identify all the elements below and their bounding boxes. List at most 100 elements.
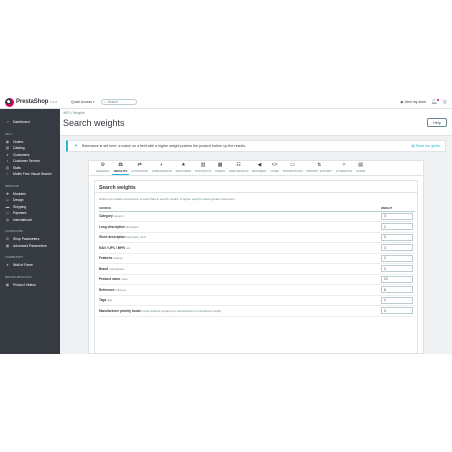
table-row: Categorycategory 3 [99,211,415,222]
search-input[interactable]: ⌕ Search [100,99,137,105]
sidebar-item-product-videos[interactable]: ▣ Product Videos [0,282,60,289]
sidebar-item-dashboard[interactable]: ↗ Dashboard [0,119,60,126]
sidebar-section-brand-modules: BRAND MODULES [5,274,32,279]
tab-label: FEATURED [175,169,192,173]
gear-icon: ⚙ [100,162,106,168]
module-panel: ⚙ GENERAL ⚖ WEIGHTS ⇄ SYNONYMS ◐ APPEARANCE … [88,160,424,354]
notifications-button[interactable]: 🔔︎ [431,99,439,105]
eye-icon: ◉ [400,100,404,104]
logo[interactable]: PrestaShop 8.1.6 [5,97,57,107]
bar-chart-icon: ▥ [5,165,10,170]
help-button[interactable]: Help [427,118,447,127]
sidebar-item-label: Shipping [13,204,27,209]
row-label: Features [99,256,113,261]
search-icon: ⌕ [103,100,106,104]
row-note: features [113,257,123,261]
row-label: Manufacturer priority boost [99,308,141,313]
tab-label: APPEARANCE [151,169,172,173]
row-label: Short description [99,235,126,240]
feed-icon: ▦ [217,162,223,168]
tab-promotions[interactable]: ▭ PROMOTIONS [281,161,305,175]
tab-label: CODE [270,169,279,173]
chat-icon: ▪ [6,159,9,164]
sidebar-item-label: Customers [13,152,30,157]
row-label: Tags [99,298,107,303]
sidebar-item-label: Design [13,198,24,203]
sidebar-item-label: Stats [13,165,21,170]
weight-input[interactable]: 3 [381,307,413,315]
person-icon: ● [6,152,9,157]
table-row: Referencereference 8 [99,284,415,296]
page-title: Search weights [63,118,125,128]
table-row: Manufacturer priority boostboosts produc… [99,305,415,317]
main-content: ✦ Relevance is set here: a match on a fi… [60,136,452,354]
video-icon: ▣ [5,282,10,287]
palette-icon: ◐ [160,162,164,168]
weight-input[interactable]: 8 [381,286,413,294]
logo-text: PrestaShop [16,99,49,105]
tab-label: PROMOTIONS [282,169,303,173]
row-note: manufacturer [109,267,125,271]
tab-feeds[interactable]: ▦ FEEDS [213,161,227,175]
sidebar-item-label: Shop Parameters [13,237,40,242]
sidebar-item-wall-of-fame[interactable]: ● Wall of Fame [0,262,60,269]
view-store-link[interactable]: ◉ View my store [400,100,426,104]
book-icon: ▤ [358,162,363,168]
table-row: Brandmanufacturer 3 [99,263,415,275]
row-note: description [125,225,139,229]
view-store-label: View my store [404,100,427,104]
weight-input[interactable]: 3 [381,212,413,220]
tab-import-export[interactable]: ⇅ IMPORT / EXPORT [304,161,333,175]
page-header: iNFO / Weights Search weights Help [60,109,452,136]
sidebar-item-label: Product Videos [13,282,36,287]
tab-general[interactable]: ⚙ GENERAL [94,161,112,175]
breadcrumb[interactable]: iNFO / Weights [63,111,85,115]
sidebar: ↗ Dashboard SELL ▣ Orders ▤ Catalog ● Custo… [0,109,60,354]
row-note: boosts products supplied by a selected b… [141,309,221,313]
row-note: category [113,215,124,219]
people-icon: ● [6,263,9,268]
weight-input[interactable]: 4 [381,296,413,304]
sidebar-item-label: Mollie Free Visual Search [13,172,52,177]
user-avatar-icon[interactable]: ◎ [443,99,447,105]
weight-input[interactable]: 2 [381,223,413,231]
weight-input[interactable]: 3 [381,244,413,252]
sliders-icon: ⚖ [118,161,123,168]
sidebar-section-configure: CONFIGURE [5,229,23,233]
lightbulb-icon: ✦ [74,143,78,148]
row-label: Long description [99,224,125,229]
tab-label: WEB SEARCH [228,169,249,173]
weight-input[interactable]: 3 [381,233,413,241]
table-row: Product namename 10 [99,274,415,285]
sliders-icon: ▦ [5,243,10,248]
tab-code[interactable]: <> CODE [268,161,280,175]
sidebar-item-label: Advanced Parameters [13,243,47,248]
row-label: EAN / UPC / MPN [99,245,125,250]
sidebar-item-international[interactable]: ◍ International [0,217,60,224]
weight-input[interactable]: 2 [381,254,413,262]
tab-synonyms[interactable]: ⇄ SYNONYMS [129,161,150,175]
monitor-icon: ▭ [5,198,10,203]
tab-appearance[interactable]: ◐ APPEARANCE [150,161,174,175]
weight-input[interactable]: 10 [381,275,413,283]
sidebar-item-advanced-parameters[interactable]: ▦ Advanced Parameters [0,243,60,250]
tab-guide[interactable]: ▤ GUIDE [354,161,367,175]
weight-input[interactable]: 3 [381,265,413,273]
notification-dot [436,99,439,101]
tab-statistics[interactable]: ▥ STATISTICS [193,161,213,175]
quick-access-dropdown[interactable]: Quick Access ▾ [71,100,95,104]
tab-web-search[interactable]: ☷ WEB SEARCH [227,161,250,175]
tab-featured[interactable]: ★ FEATURED [174,161,193,175]
read-guide-link[interactable]: ▤ Read the guide [411,144,440,148]
tab-banners[interactable]: ◀ BANNERS [250,161,268,175]
sidebar-item-visual-search[interactable]: ⌕ Mollie Free Visual Search [0,171,60,178]
row-note: name [121,278,128,282]
table-row: Long descriptiondescription 2 [99,221,415,233]
tab-weights[interactable]: ⚖ WEIGHTS [111,161,130,175]
tab-label: WEIGHTS [113,168,128,173]
search-list-icon: ☷ [236,162,241,168]
tab-ai-service[interactable]: ✧ AI SERVICE [334,161,354,175]
read-guide-label: Read the guide [415,144,440,148]
card-title: Search weights [95,181,417,193]
sidebar-section-improve: IMPROVE [5,183,19,188]
